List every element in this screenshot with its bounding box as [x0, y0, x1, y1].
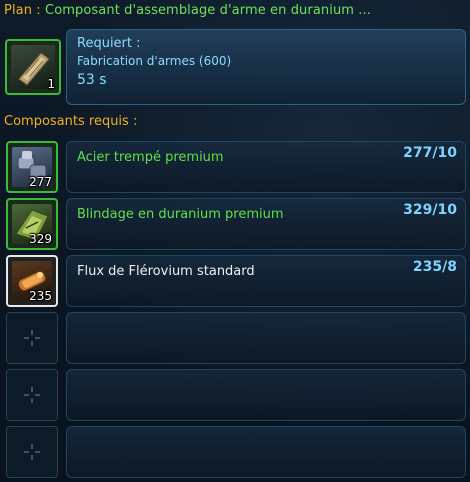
crafting-window: Plan : Composant d'assemblage d'arme en …: [0, 0, 470, 482]
component-slot-flerovium[interactable]: 235: [6, 255, 58, 307]
plan-title: Plan : Composant d'assemblage d'arme en …: [4, 3, 371, 18]
components-heading: Composants requis :: [4, 114, 138, 129]
component-quantity: 277/10: [403, 145, 457, 161]
requirement-time: 53 s: [77, 72, 107, 88]
empty-slot-crosshair-icon: [24, 444, 40, 460]
component-quantity: 235/8: [412, 259, 457, 275]
empty-component-slot[interactable]: [6, 369, 58, 421]
empty-component-slot[interactable]: [6, 312, 58, 364]
component-slot-count: 235: [29, 289, 52, 303]
component-slot-armor[interactable]: 329: [6, 198, 58, 250]
component-row-armor[interactable]: Blindage en duranium premium 329/10: [66, 198, 466, 250]
empty-slot-crosshair-icon: [24, 330, 40, 346]
component-name: Flux de Flérovium standard: [77, 264, 255, 279]
empty-component-row: [66, 369, 466, 421]
component-slot-steel[interactable]: 277: [6, 141, 58, 193]
empty-component-slot[interactable]: [6, 426, 58, 478]
requirement-skill: Fabrication d'armes (600): [77, 54, 232, 68]
empty-slot-crosshair-icon: [24, 387, 40, 403]
empty-component-row: [66, 312, 466, 364]
component-row-flerovium[interactable]: Flux de Flérovium standard 235/8: [66, 255, 466, 307]
component-slot-count: 329: [29, 232, 52, 246]
component-row-steel[interactable]: Acier trempé premium 277/10: [66, 141, 466, 193]
component-name: Blindage en duranium premium: [77, 207, 284, 222]
plan-name: Composant d'assemblage d'arme en duraniu…: [45, 3, 371, 18]
result-item-slot[interactable]: 1: [5, 39, 61, 95]
component-name: Acier trempé premium: [77, 150, 224, 165]
component-slot-count: 277: [29, 175, 52, 189]
empty-component-row: [66, 426, 466, 478]
plan-label: Plan :: [4, 3, 41, 18]
result-count: 1: [47, 77, 55, 91]
requirement-title: Requiert :: [77, 36, 141, 51]
requirement-panel: Requiert : Fabrication d'armes (600) 53 …: [66, 29, 466, 105]
component-quantity: 329/10: [403, 202, 457, 218]
